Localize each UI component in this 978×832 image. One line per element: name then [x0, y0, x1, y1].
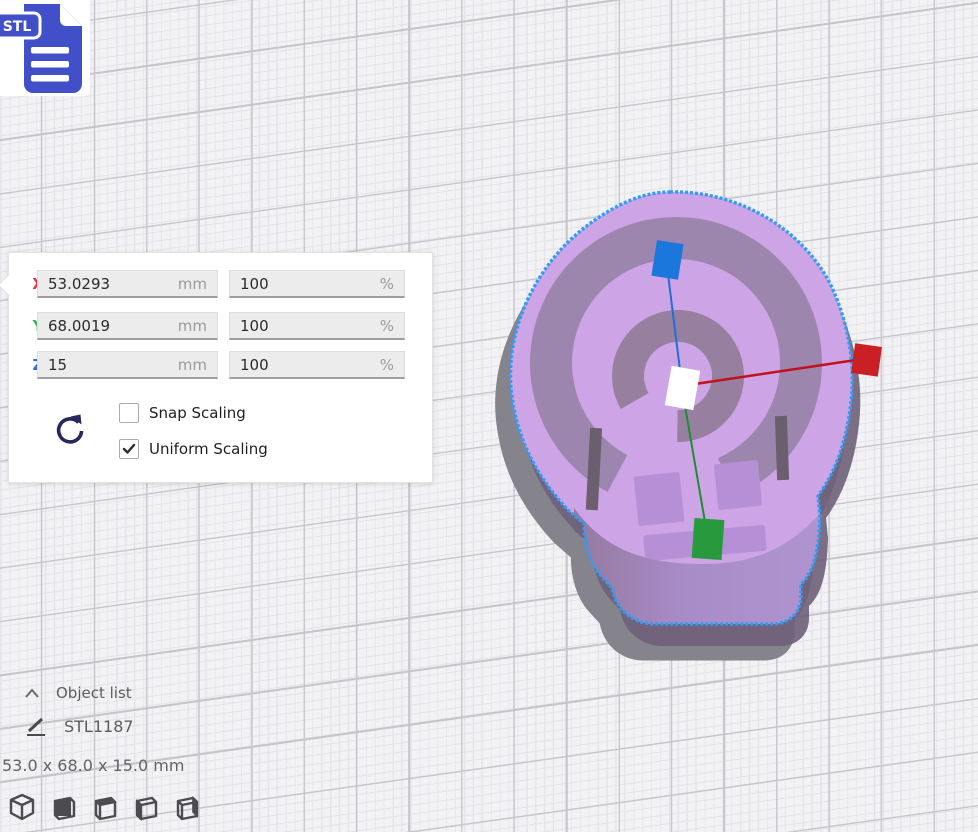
chevron-up-icon [22, 686, 42, 700]
x-scale-handle[interactable] [851, 343, 882, 376]
model-skull-mold[interactable] [488, 178, 898, 678]
x-percent-input[interactable]: 100 % [229, 270, 405, 298]
cura-viewport: STL X 53.0293 mm 100 % Y 68.0019 mm 100 [0, 0, 978, 832]
solid-mesh-icon [24, 714, 48, 738]
stl-document-icon: STL [0, 0, 90, 96]
snap-scaling-label: Snap Scaling [149, 404, 246, 422]
z-size-input[interactable]: 15 mm [37, 351, 218, 379]
3d-view-icon[interactable] [8, 792, 36, 822]
z-size-unit: mm [178, 356, 207, 374]
object-list-item[interactable]: STL1187 [24, 714, 134, 738]
z-percent-input[interactable]: 100 % [229, 351, 405, 379]
mold-right-slot [775, 416, 789, 480]
y-scale-handle[interactable] [692, 518, 725, 560]
snap-scaling-row: Snap Scaling [119, 403, 246, 423]
x-size-input[interactable]: 53.0293 mm [37, 270, 218, 298]
object-name: STL1187 [64, 717, 134, 736]
object-list-header[interactable]: Object list [22, 684, 132, 702]
checkmark-icon [122, 443, 136, 455]
z-scale-handle[interactable] [651, 240, 683, 280]
x-size-value: 53.0293 [48, 275, 110, 293]
snap-scaling-checkbox[interactable] [119, 403, 139, 423]
top-view-icon[interactable] [90, 792, 118, 822]
svg-text:STL: STL [3, 19, 32, 35]
mold-left-eye [634, 472, 685, 527]
reset-scale-button[interactable] [53, 413, 87, 447]
uniform-scaling-row: Uniform Scaling [119, 439, 268, 459]
y-size-unit: mm [178, 317, 207, 335]
scale-tool-panel: X 53.0293 mm 100 % Y 68.0019 mm 100 % Z [8, 252, 433, 483]
mold-right-eye [714, 460, 763, 510]
y-size-value: 68.0019 [48, 317, 110, 335]
z-size-value: 15 [48, 356, 67, 374]
z-percent-unit: % [380, 356, 394, 374]
x-percent-value: 100 [240, 275, 269, 293]
x-size-unit: mm [178, 275, 207, 293]
object-list-title: Object list [56, 684, 132, 702]
y-size-input[interactable]: 68.0019 mm [37, 312, 218, 340]
front-view-icon[interactable] [49, 792, 77, 822]
y-percent-value: 100 [240, 317, 269, 335]
model-dimensions: 53.0 x 68.0 x 15.0 mm [2, 756, 184, 775]
stl-badge: STL [0, 13, 40, 38]
uniform-scaling-label: Uniform Scaling [149, 440, 268, 458]
camera-view-presets [8, 792, 200, 822]
right-view-icon[interactable] [172, 792, 200, 822]
y-percent-unit: % [380, 317, 394, 335]
stl-file-icon: STL [0, 0, 90, 96]
x-percent-unit: % [380, 275, 394, 293]
y-percent-input[interactable]: 100 % [229, 312, 405, 340]
uniform-scaling-checkbox[interactable] [119, 439, 139, 459]
reset-rotate-icon [53, 413, 87, 447]
z-percent-value: 100 [240, 356, 269, 374]
left-view-icon[interactable] [131, 792, 159, 822]
